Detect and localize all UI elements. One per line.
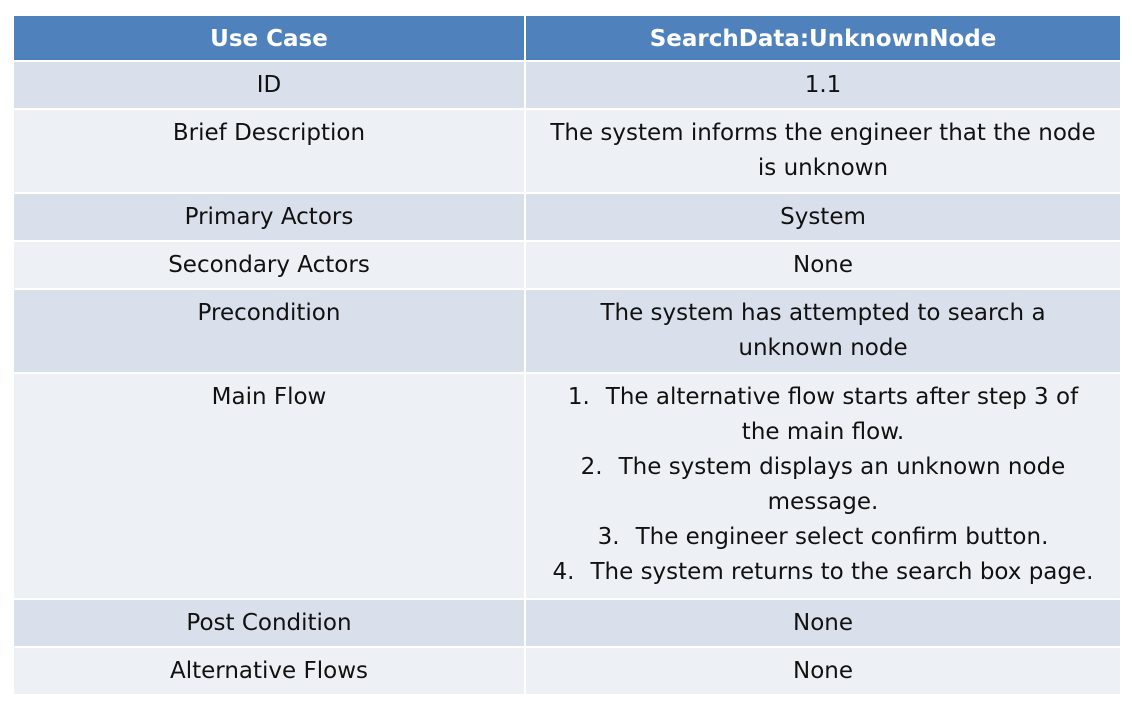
step-number: 4. [552,559,575,585]
value-secondary-actors: None [524,240,1122,290]
label-main-flow: Main Flow [12,372,526,600]
brief-description-line-2: is unknown [757,155,889,181]
main-flow-step-continuation: the main flow. [741,419,905,445]
value-precondition: The system has attempted to search a unk… [524,288,1122,374]
value-alternative-flows: None [524,646,1122,696]
precondition-line-2: unknown node [738,335,908,361]
label-secondary-actors: Secondary Actors [12,240,526,290]
step-text: The system displays an unknown node [618,454,1066,480]
table-row-brief-description: Brief Description The system informs the… [12,108,1122,194]
table-row-secondary-actors: Secondary Actors None [12,240,1122,290]
table-body: ID 1.1 Brief Description The system info… [12,60,1122,696]
step-number: 3. [597,524,620,550]
value-brief-description: The system informs the engineer that the… [524,108,1122,194]
header-use-case-name: SearchData:UnknownNode [524,14,1122,62]
table-row-primary-actors: Primary Actors System [12,192,1122,242]
step-text: The alternative flow starts after step 3… [605,384,1079,410]
header-use-case: Use Case [12,14,526,62]
precondition-line-1: The system has attempted to search a [600,300,1046,326]
main-flow-step-line: 3. The engineer select confirm button. [534,520,1112,555]
main-flow-step-line: 1. The alternative flow starts after step… [534,380,1112,415]
main-flow-step-continuation: message. [767,489,879,515]
step-number: 1. [567,384,590,410]
main-flow-step: 1. The alternative flow starts after step… [534,380,1112,450]
main-flow-step: 4. The system returns to the search box p… [534,555,1112,590]
value-primary-actors: System [524,192,1122,242]
main-flow-list: 1. The alternative flow starts after step… [534,380,1112,590]
value-main-flow: 1. The alternative flow starts after step… [524,372,1122,600]
table-header: Use Case SearchData:UnknownNode [12,14,1122,62]
step-text: The system returns to the search box pag… [590,559,1094,585]
main-flow-step: 2. The system displays an unknown node me… [534,450,1112,520]
table-row-precondition: Precondition The system has attempted to… [12,288,1122,374]
label-brief-description: Brief Description [12,108,526,194]
label-post-condition: Post Condition [12,598,526,648]
main-flow-step-line: 4. The system returns to the search box p… [534,555,1112,590]
brief-description-line-1: The system informs the engineer that the… [550,120,1096,146]
table-row-alternative-flows: Alternative Flows None [12,646,1122,696]
main-flow-step-line: 2. The system displays an unknown node [534,450,1112,485]
table-row-id: ID 1.1 [12,60,1122,110]
use-case-table: Use Case SearchData:UnknownNode ID 1.1 B… [12,14,1122,696]
label-alternative-flows: Alternative Flows [12,646,526,696]
main-flow-step: 3. The engineer select confirm button. [534,520,1112,555]
label-primary-actors: Primary Actors [12,192,526,242]
value-post-condition: None [524,598,1122,648]
label-precondition: Precondition [12,288,526,374]
table-row-post-condition: Post Condition None [12,598,1122,648]
header-row: Use Case SearchData:UnknownNode [12,14,1122,62]
value-id: 1.1 [524,60,1122,110]
step-number: 2. [580,454,603,480]
label-id: ID [12,60,526,110]
table-row-main-flow: Main Flow 1. The alternative flow starts … [12,372,1122,600]
step-text: The engineer select confirm button. [635,524,1049,550]
